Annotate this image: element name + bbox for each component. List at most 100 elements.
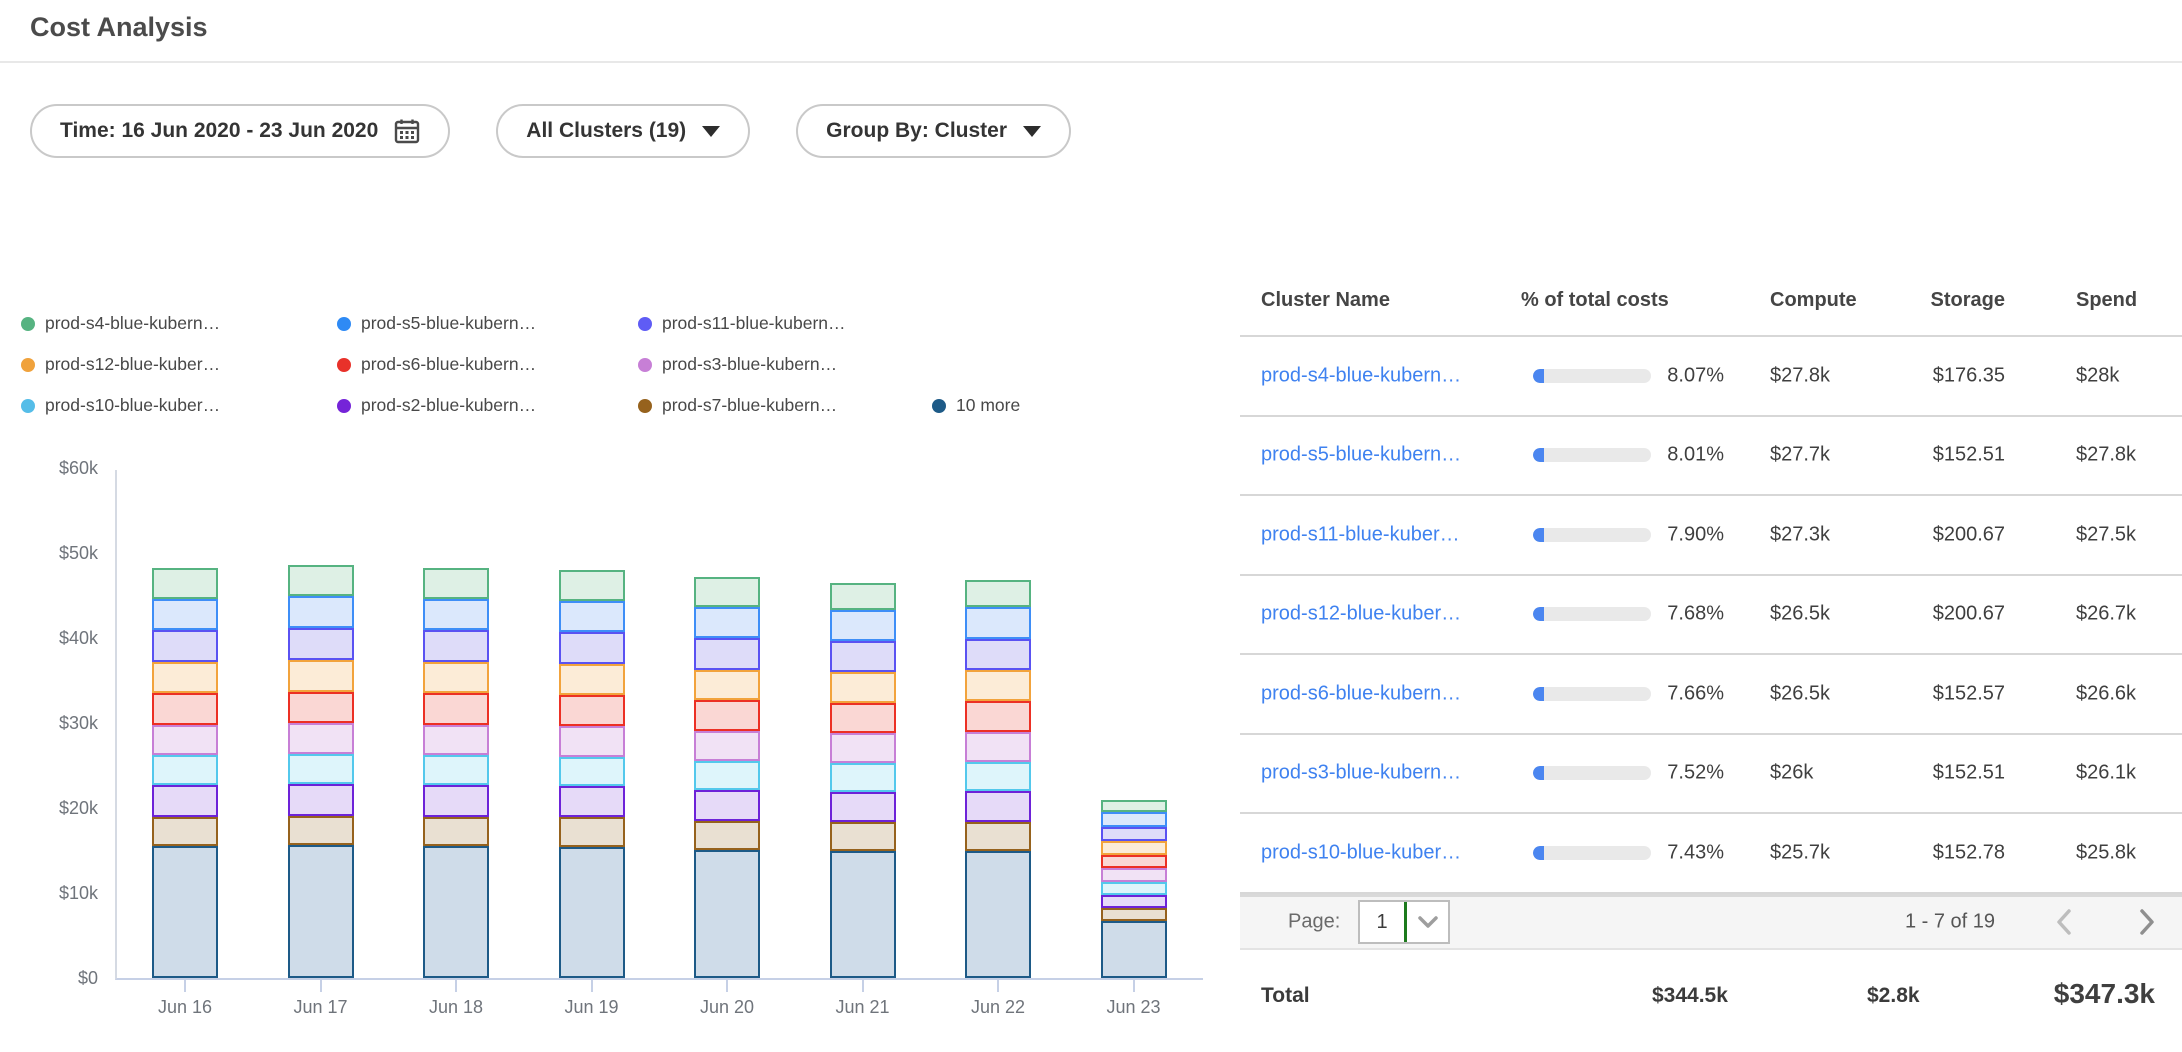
legend-item[interactable]: 10 more (932, 395, 1020, 416)
legend-item[interactable]: prod-s3-blue-kubern… (638, 354, 932, 375)
stacked-bar-jun-23[interactable] (1101, 800, 1167, 978)
cluster-name-link[interactable]: prod-s3-blue-kubern… (1261, 762, 1511, 785)
bar-segment[interactable] (288, 723, 354, 754)
bar-segment[interactable] (965, 762, 1031, 791)
bar-segment[interactable] (423, 599, 489, 630)
bar-segment[interactable] (559, 664, 625, 695)
legend-item[interactable]: prod-s5-blue-kubern… (337, 313, 638, 334)
cluster-name-link[interactable]: prod-s4-blue-kubern… (1261, 364, 1511, 387)
bar-segment[interactable] (288, 565, 354, 596)
bar-segment[interactable] (559, 570, 625, 601)
bar-segment[interactable] (1101, 841, 1167, 855)
bar-segment[interactable] (152, 693, 218, 724)
bar-segment[interactable] (423, 630, 489, 661)
bar-segment[interactable] (965, 639, 1031, 670)
legend-item[interactable]: prod-s6-blue-kubern… (337, 354, 638, 375)
cluster-name-link[interactable]: prod-s11-blue-kuber… (1261, 523, 1511, 546)
bar-segment[interactable] (152, 568, 218, 599)
bar-segment[interactable] (288, 596, 354, 627)
stacked-bar-jun-16[interactable] (152, 568, 218, 978)
bar-segment[interactable] (694, 731, 760, 762)
bar-segment[interactable] (965, 851, 1031, 979)
bar-segment[interactable] (288, 628, 354, 660)
bar-segment[interactable] (1101, 908, 1167, 921)
time-range-filter[interactable]: Time: 16 Jun 2020 - 23 Jun 2020 (30, 104, 450, 158)
bar-segment[interactable] (288, 754, 354, 784)
bar-segment[interactable] (965, 791, 1031, 822)
bar-segment[interactable] (1101, 827, 1167, 841)
bar-segment[interactable] (830, 672, 896, 703)
stacked-bar-jun-19[interactable] (559, 570, 625, 978)
bar-segment[interactable] (694, 821, 760, 850)
bar-segment[interactable] (152, 662, 218, 693)
bar-segment[interactable] (830, 792, 896, 823)
legend-item[interactable]: prod-s7-blue-kubern… (638, 395, 932, 416)
bar-segment[interactable] (423, 662, 489, 693)
stacked-bar-jun-18[interactable] (423, 568, 489, 978)
bar-segment[interactable] (1101, 855, 1167, 869)
bar-segment[interactable] (288, 845, 354, 978)
bar-segment[interactable] (152, 817, 218, 847)
bar-segment[interactable] (559, 757, 625, 786)
bar-segment[interactable] (694, 761, 760, 790)
stacked-bar-jun-20[interactable] (694, 577, 760, 978)
bar-segment[interactable] (965, 822, 1031, 851)
stacked-bar-jun-17[interactable] (288, 565, 354, 978)
bar-segment[interactable] (423, 693, 489, 724)
bar-segment[interactable] (288, 784, 354, 815)
bar-segment[interactable] (694, 700, 760, 731)
bar-segment[interactable] (694, 638, 760, 669)
bar-segment[interactable] (152, 755, 218, 785)
bar-segment[interactable] (423, 846, 489, 978)
bar-segment[interactable] (152, 630, 218, 661)
bar-segment[interactable] (965, 732, 1031, 763)
legend-item[interactable]: prod-s12-blue-kuber… (21, 354, 337, 375)
bar-segment[interactable] (423, 755, 489, 785)
bar-segment[interactable] (830, 822, 896, 851)
bar-segment[interactable] (288, 692, 354, 723)
bar-segment[interactable] (1101, 895, 1167, 909)
bar-segment[interactable] (559, 786, 625, 817)
group-by-dropdown[interactable]: Group By: Cluster (796, 104, 1071, 158)
bar-segment[interactable] (694, 850, 760, 978)
bar-segment[interactable] (830, 610, 896, 641)
bar-segment[interactable] (559, 695, 625, 726)
bar-segment[interactable] (830, 733, 896, 763)
bar-segment[interactable] (423, 785, 489, 816)
bar-segment[interactable] (965, 701, 1031, 732)
bar-segment[interactable] (694, 670, 760, 701)
legend-item[interactable]: prod-s2-blue-kubern… (337, 395, 638, 416)
bar-segment[interactable] (559, 632, 625, 663)
bar-segment[interactable] (694, 577, 760, 607)
bar-segment[interactable] (423, 568, 489, 599)
cluster-name-link[interactable]: prod-s10-blue-kuber… (1261, 841, 1511, 864)
bar-segment[interactable] (1101, 812, 1167, 826)
bar-segment[interactable] (288, 816, 354, 846)
bar-segment[interactable] (830, 583, 896, 610)
bar-segment[interactable] (423, 817, 489, 847)
stacked-bar-jun-22[interactable] (965, 580, 1031, 978)
bar-segment[interactable] (152, 599, 218, 630)
bar-segment[interactable] (152, 846, 218, 978)
bar-segment[interactable] (559, 817, 625, 847)
chevron-right-icon[interactable] (2139, 908, 2155, 936)
bar-segment[interactable] (559, 726, 625, 757)
legend-item[interactable]: prod-s10-blue-kuber… (21, 395, 337, 416)
bar-segment[interactable] (423, 725, 489, 756)
legend-item[interactable]: prod-s4-blue-kubern… (21, 313, 337, 334)
bar-segment[interactable] (1101, 921, 1167, 978)
bar-segment[interactable] (965, 607, 1031, 638)
bar-segment[interactable] (830, 703, 896, 734)
legend-item[interactable]: prod-s11-blue-kubern… (638, 313, 932, 334)
page-select[interactable]: 1 (1358, 900, 1450, 944)
cluster-name-link[interactable]: prod-s6-blue-kubern… (1261, 682, 1511, 705)
bar-segment[interactable] (965, 670, 1031, 701)
cluster-name-link[interactable]: prod-s12-blue-kuber… (1261, 603, 1511, 626)
bar-segment[interactable] (694, 790, 760, 821)
bar-segment[interactable] (965, 580, 1031, 607)
bar-segment[interactable] (288, 660, 354, 691)
bar-segment[interactable] (1101, 882, 1167, 895)
bar-segment[interactable] (830, 763, 896, 792)
bar-segment[interactable] (152, 725, 218, 756)
bar-segment[interactable] (694, 607, 760, 638)
